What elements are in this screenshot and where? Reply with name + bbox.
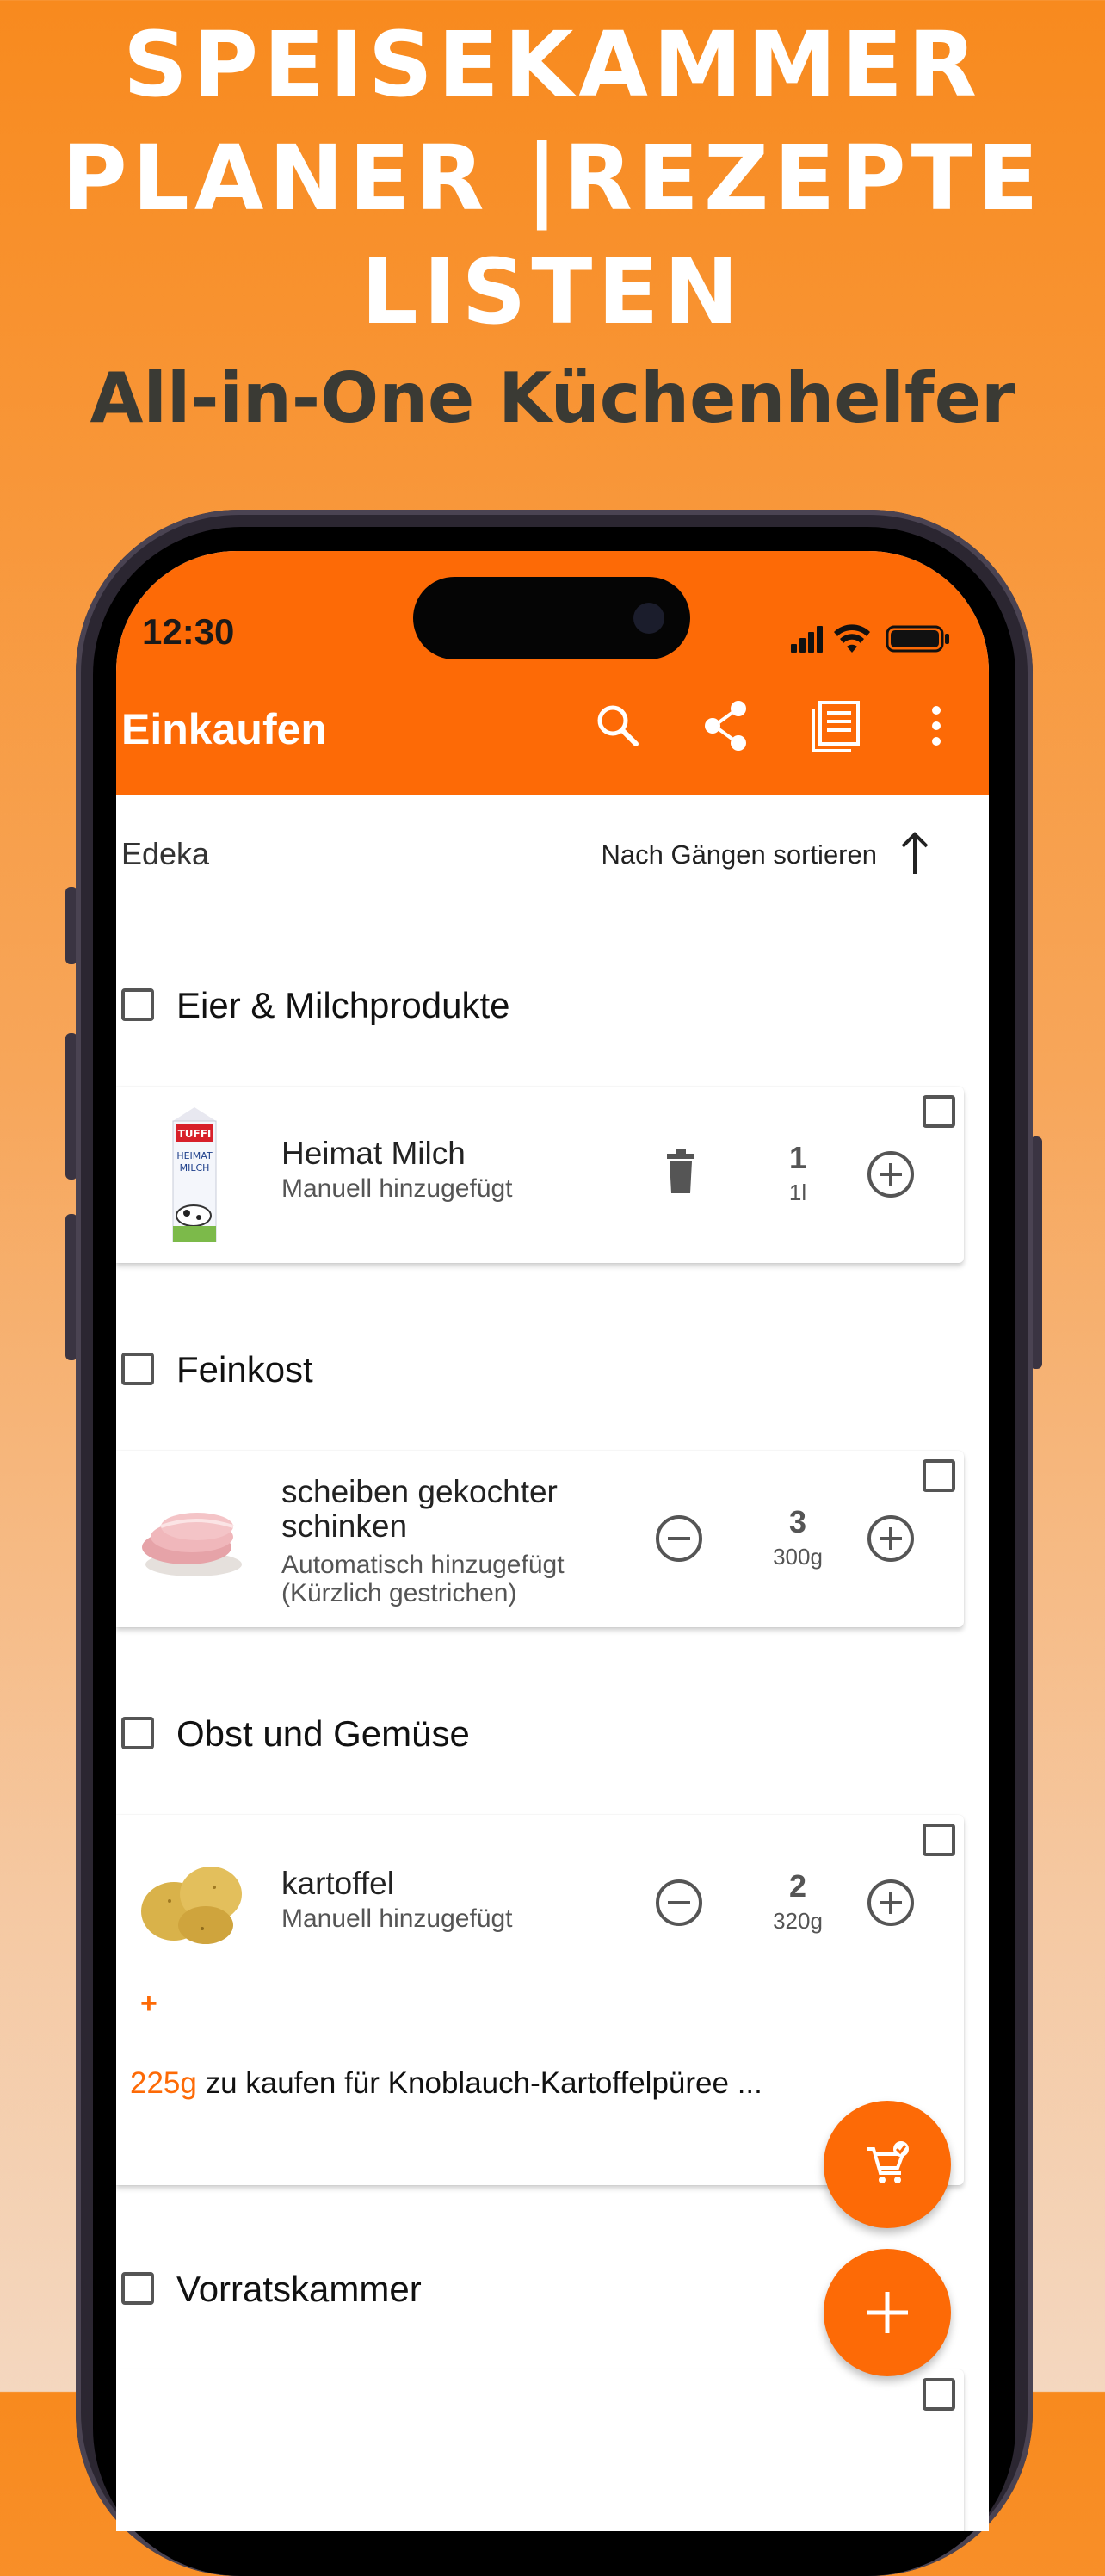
store-selector[interactable]: Edeka [121, 836, 209, 872]
trash-icon[interactable] [655, 1147, 707, 1198]
item-checkbox[interactable] [923, 1459, 955, 1492]
list-item[interactable]: scheiben gekochter schinken Automatisch … [116, 1451, 964, 1627]
milk-carton-image: TUFFI HEIMAT MILCH [172, 1107, 217, 1242]
add-item-fab[interactable] [824, 2249, 951, 2376]
wifi-icon [834, 624, 870, 653]
screen-title: Einkaufen [121, 705, 327, 753]
sort-button-label[interactable]: Nach Gängen sortieren [601, 839, 877, 870]
category-checkbox[interactable] [121, 988, 154, 1021]
status-icons [791, 624, 949, 653]
ham-slices-image [142, 1513, 242, 1576]
category-label: Eier & Milchprodukte [176, 985, 510, 1025]
category-label: Feinkost [176, 1349, 313, 1390]
product-source: Manuell hinzugefügt [281, 1904, 513, 1933]
minus-circle-icon[interactable] [653, 1513, 705, 1564]
product-source: Manuell hinzugefügt [281, 1174, 513, 1203]
recipe-amount: 225g [130, 2066, 197, 2100]
more-vert-icon[interactable] [906, 696, 966, 756]
dynamic-island [413, 577, 690, 659]
item-checkbox[interactable] [923, 1095, 955, 1128]
cellular-signal-icon [791, 626, 823, 653]
list-icon[interactable] [805, 696, 865, 756]
promo-title-line2: PLANER |REZEPTE [61, 126, 1044, 231]
search-icon[interactable] [588, 696, 648, 756]
store-row: Edeka Nach Gängen sortieren [116, 795, 989, 907]
item-unit: 1l [788, 1180, 807, 1205]
promo-title-line3: LISTEN [361, 239, 744, 344]
milk-label-line1: HEIMAT [176, 1150, 213, 1161]
category-checkbox[interactable] [121, 1717, 154, 1749]
list-item[interactable]: TUFFI HEIMAT MILCH Heimat Milch Manuell … [116, 1087, 964, 1263]
battery-icon [886, 625, 949, 653]
status-time: 12:30 [142, 611, 235, 652]
cart-check-icon [867, 2141, 909, 2183]
potatoes-image [141, 1867, 242, 1944]
category-checkbox[interactable] [121, 1353, 154, 1385]
recipe-requirement-row: 225g zu kaufen für Knoblauch-Kartoffelpü… [130, 2066, 762, 2101]
category-header: Obst und Gemüse [116, 1694, 989, 1772]
recipe-text: zu kaufen für Knoblauch-Kartoffelpüree .… [205, 2066, 762, 2100]
category-checkbox[interactable] [121, 2272, 154, 2305]
arrow-up-icon[interactable] [894, 829, 935, 877]
app-bar: 12:30 Einkaufen [116, 551, 989, 795]
front-camera [633, 603, 664, 634]
minus-circle-icon[interactable] [653, 1877, 705, 1929]
category-label: Obst und Gemüse [176, 1713, 470, 1754]
item-quantity: 2 [788, 1868, 807, 1904]
item-checkbox[interactable] [923, 1824, 955, 1856]
list-item[interactable] [116, 2369, 964, 2531]
plus-circle-icon[interactable] [865, 1149, 917, 1200]
item-checkbox[interactable] [923, 2378, 955, 2411]
checkout-fab[interactable] [824, 2101, 951, 2228]
plus-circle-icon[interactable] [865, 1513, 917, 1564]
share-icon[interactable] [695, 696, 756, 756]
phone-screen: 12:30 Einkaufen Edeka Nach Gängen sortie… [116, 551, 989, 2531]
promo-title-line1: SPEISEKAMMER [123, 12, 982, 117]
promo-subtitle: All-in-One Küchenhelfer [90, 358, 1015, 438]
category-label: Vorratskammer [176, 2269, 422, 2309]
product-source: Automatisch hinzugefügt (Kürzlich gestri… [281, 1551, 565, 1607]
item-unit: 320g [773, 1908, 823, 1934]
product-name: Heimat Milch [281, 1136, 466, 1171]
product-name: kartoffel [281, 1866, 394, 1901]
item-quantity: 3 [788, 1504, 807, 1539]
expand-recipes-button[interactable]: + [140, 1987, 157, 2021]
item-unit: 300g [773, 1544, 823, 1570]
milk-label-line2: MILCH [180, 1162, 210, 1173]
item-quantity: 1 [788, 1140, 807, 1175]
plus-circle-icon[interactable] [865, 1877, 917, 1929]
milk-brand: TUFFI [178, 1128, 212, 1140]
add-icon [867, 2292, 908, 2333]
category-header: Feinkost [116, 1330, 989, 1408]
product-name: scheiben gekochter schinken [281, 1474, 558, 1544]
category-header: Eier & Milchprodukte [116, 966, 989, 1043]
